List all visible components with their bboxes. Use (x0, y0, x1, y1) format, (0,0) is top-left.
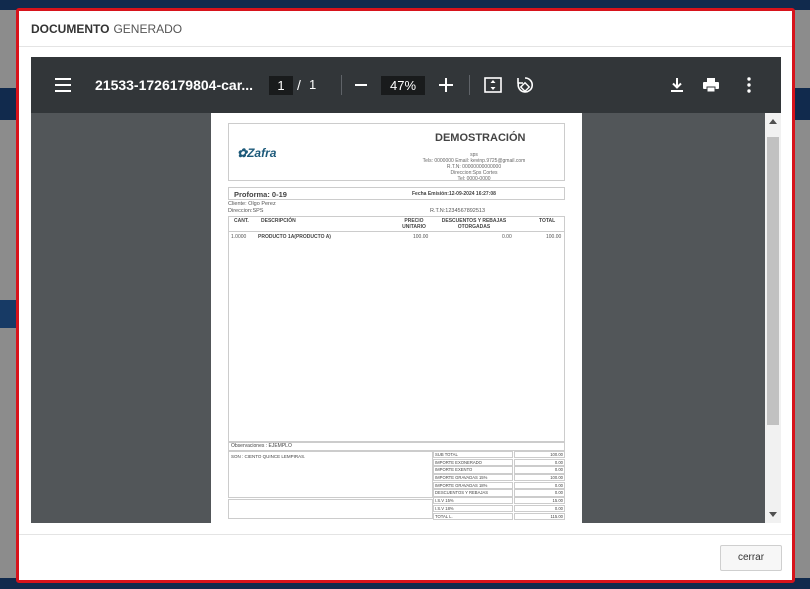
totals-value: 100.00 (514, 451, 565, 459)
totals-row: I.S.V 15% 15.00 (433, 497, 565, 505)
fit-page-icon[interactable] (483, 75, 503, 95)
observations: Observaciones : EJEMPLO (228, 442, 565, 451)
company-info: sps Tels: 0000000 Email: kevinp.9725@gma… (379, 152, 569, 182)
zoom-level-input[interactable]: 47% (381, 76, 425, 95)
modal-title-bold: DOCUMENTO (31, 21, 110, 36)
totals-row: I.S.V 18% 0.00 (433, 504, 565, 513)
scroll-thumb[interactable] (767, 137, 779, 425)
items-table: CANT. DESCRIPCIÓN PRECIO UNITARIO DESCUE… (228, 216, 565, 442)
totals-row: IMPORTE GRAVADAS 18% 0.00 (433, 481, 565, 490)
totals-label: I.S.V 15% (433, 497, 513, 505)
totals-row: SUB TOTAL 100.00 (433, 451, 565, 459)
pdf-scrollbar[interactable] (765, 113, 781, 523)
proforma-box: Proforma: 0-19 Fecha Emisión:12-09-2024 … (228, 187, 565, 200)
close-button[interactable]: cerrar (720, 545, 782, 571)
totals-table: SUB TOTAL 100.00 IMPORTE EXONERADO 0.00 IM… (433, 451, 565, 520)
zoom-out-icon[interactable] (355, 84, 367, 86)
client-name: Cliente: Olgo Perez (228, 201, 276, 207)
zoom-in-icon[interactable] (439, 78, 453, 92)
totals-value: 100.00 (514, 474, 565, 482)
totals-label: TOTAL L. (433, 512, 513, 520)
totals-label: DESCUENTOS Y REBAJAS (433, 489, 513, 497)
item-descuento: 0.00 (502, 234, 512, 240)
menu-icon[interactable] (55, 78, 71, 92)
totals-row: IMPORTE GRAVADAS 15% 100.00 (433, 474, 565, 482)
col-descripcion: DESCRIPCIÓN (261, 218, 296, 224)
logo-text: Zafra (247, 146, 277, 160)
item-total: 100.00 (546, 234, 562, 240)
invoice-header: ✿Zafra DEMOSTRACIÓN sps Tels: 0000000 Em… (228, 123, 565, 182)
page-separator: / (297, 77, 301, 93)
totals-value: 15.00 (514, 497, 565, 505)
scroll-up-arrow-icon[interactable] (769, 119, 777, 124)
amount-in-words: SON : CIENTO QUINCE LEMPIRAS. (228, 451, 433, 498)
company-logo: ✿Zafra (237, 146, 277, 160)
totals-value: 0.00 (514, 504, 565, 512)
print-icon[interactable] (701, 75, 721, 95)
page-number-input[interactable]: 1 (269, 76, 293, 95)
totals-label: IMPORTE EXONERADO (433, 458, 513, 466)
toolbar-divider (469, 75, 470, 95)
download-icon[interactable] (667, 75, 687, 95)
pdf-page: ✿Zafra DEMOSTRACIÓN sps Tels: 0000000 Em… (211, 113, 582, 523)
modal-title-rest: GENERADO (113, 21, 183, 36)
rotate-icon[interactable] (515, 75, 535, 95)
toolbar-divider (341, 75, 342, 95)
pdf-page-area[interactable]: ✿Zafra DEMOSTRACIÓN sps Tels: 0000000 Em… (31, 113, 781, 523)
blank-box (228, 499, 433, 519)
pdf-file-name: 21533-1726179804-car... (95, 77, 254, 93)
totals-label: I.S.V 18% (433, 504, 513, 512)
totals-row: TOTAL L. 115.00 (433, 512, 565, 521)
page-total: 1 (309, 77, 317, 92)
items-table-header: CANT. DESCRIPCIÓN PRECIO UNITARIO DESCUE… (229, 217, 564, 232)
pdf-toolbar: 21533-1726179804-car... 1 / 1 47% (31, 57, 781, 113)
scroll-down-arrow-icon[interactable] (769, 512, 777, 517)
totals-value: 0.00 (514, 481, 565, 489)
client-address-text: Direccion:SPS (228, 208, 264, 214)
client-rtn: R.T.N:1234567892513 (430, 208, 486, 214)
totals-label: IMPORTE EXENTO (433, 466, 513, 474)
totals-value: 0.00 (514, 458, 565, 466)
col-cant: CANT. (234, 218, 249, 224)
col-descuentos: DESCUENTOS Y REBAJAS OTORGADAS (441, 218, 507, 230)
totals-value: 0.00 (514, 489, 565, 497)
proforma-number: Proforma: 0-19 (234, 190, 287, 199)
totals-label: IMPORTE GRAVADAS 15% (433, 474, 513, 482)
issue-date: Fecha Emisión:12-09-2024 16:27:08 (412, 191, 496, 197)
totals-row: IMPORTE EXENTO 0.00 (433, 466, 565, 474)
totals-label: SUB TOTAL (433, 451, 513, 459)
totals-value: 115.00 (514, 512, 565, 520)
item-cant: 1.0000 (231, 234, 247, 240)
company-info-line: Tel: 0000-0000 (457, 176, 491, 182)
modal-footer: cerrar (19, 534, 792, 580)
col-precio-unitario: PRECIO UNITARIO (402, 218, 426, 230)
client-address: Direccion:SPS R.T.N:1234567892513 (228, 208, 565, 214)
col-total: TOTAL (539, 218, 556, 224)
item-descripcion: PRODUCTO 1A(PRODUCTO A) (258, 234, 331, 240)
document-modal: DOCUMENTO GENERADO 21533-1726179804-car.… (16, 8, 795, 583)
item-precio: 100.00 (413, 234, 429, 240)
modal-header: DOCUMENTO GENERADO (19, 11, 792, 47)
pdf-viewer: 21533-1726179804-car... 1 / 1 47% ✿Zafra… (31, 57, 781, 523)
totals-value: 0.00 (514, 466, 565, 474)
more-icon[interactable] (739, 75, 759, 95)
totals-row: DESCUENTOS Y REBAJAS 0.00 (433, 489, 565, 497)
totals-row: IMPORTE EXONERADO 0.00 (433, 458, 565, 467)
company-name: DEMOSTRACIÓN (435, 132, 526, 144)
totals-label: IMPORTE GRAVADAS 18% (433, 481, 513, 489)
